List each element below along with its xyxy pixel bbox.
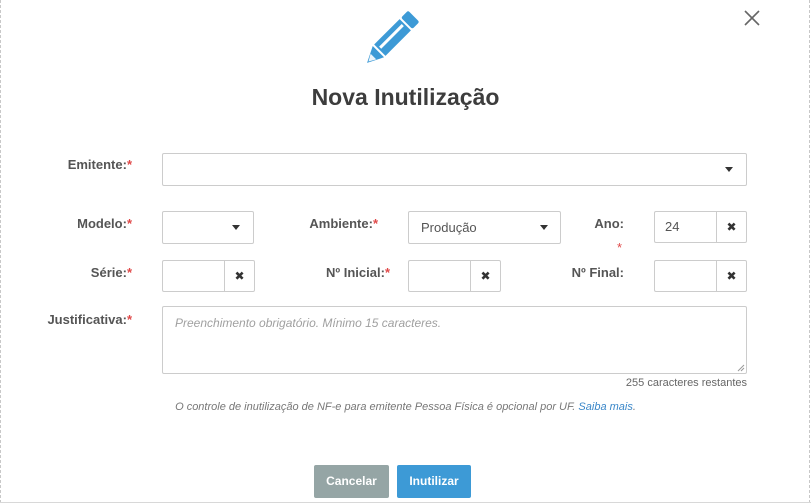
ano-label: Ano:: [594, 216, 624, 231]
ano-required-mark: *: [617, 240, 623, 255]
serie-input[interactable]: [162, 260, 225, 292]
close-icon[interactable]: [742, 8, 762, 28]
saiba-mais-link[interactable]: Saiba mais: [578, 401, 632, 413]
pencil-icon: [358, 10, 420, 72]
chevron-down-icon: [540, 225, 548, 230]
n-final-input-group: ✖: [654, 260, 747, 292]
modelo-label: Modelo:*: [40, 216, 132, 231]
required-mark: *: [372, 216, 378, 231]
cancel-button[interactable]: Cancelar: [314, 465, 389, 498]
n-inicial-label: Nº Inicial:*: [290, 265, 390, 280]
modelo-label-text: Modelo:: [77, 216, 127, 231]
n-inicial-label-text: Nº Inicial:: [326, 265, 385, 280]
character-counter: 255 caracteres restantes: [625, 377, 747, 389]
chevron-down-icon: [232, 225, 240, 230]
ano-input[interactable]: 24: [654, 211, 717, 243]
n-inicial-input-group: ✖: [408, 260, 501, 292]
required-mark: *: [126, 157, 132, 172]
chevron-down-icon: [725, 167, 733, 172]
serie-label-text: Série:: [90, 265, 127, 280]
ambiente-value: Produção: [421, 220, 477, 235]
justificativa-placeholder: Preenchimento obrigatório. Mínimo 15 car…: [175, 316, 442, 330]
justificativa-label-text: Justificativa:: [47, 312, 127, 327]
dialog-border-right: [809, 0, 810, 503]
ano-clear-icon[interactable]: ✖: [716, 211, 747, 243]
required-mark: *: [126, 265, 132, 280]
n-final-clear-icon[interactable]: ✖: [716, 260, 747, 292]
serie-label: Série:*: [40, 265, 132, 280]
n-final-input[interactable]: [654, 260, 717, 292]
ambiente-select[interactable]: Produção: [408, 211, 561, 244]
required-mark: *: [126, 216, 132, 231]
serie-clear-icon[interactable]: ✖: [224, 260, 255, 292]
modelo-select[interactable]: [162, 211, 254, 244]
justificativa-label: Justificativa:*: [20, 312, 132, 327]
info-note: O controle de inutilização de NF-e para …: [0, 401, 811, 413]
info-note-text: O controle de inutilização de NF-e para …: [175, 401, 576, 413]
emitente-select[interactable]: [162, 153, 747, 186]
n-inicial-input[interactable]: [408, 260, 471, 292]
required-mark: *: [126, 312, 132, 327]
info-note-suffix: .: [632, 401, 636, 413]
ambiente-label-text: Ambiente:: [309, 216, 373, 231]
resize-grip-icon[interactable]: [737, 364, 745, 372]
justificativa-textarea[interactable]: Preenchimento obrigatório. Mínimo 15 car…: [162, 306, 747, 374]
emitente-label-text: Emitente:: [67, 157, 127, 172]
n-inicial-clear-icon[interactable]: ✖: [470, 260, 501, 292]
emitente-label: Emitente:*: [40, 157, 132, 172]
dialog-title: Nova Inutilização: [311, 84, 500, 110]
ano-input-group: 24 ✖: [654, 211, 747, 243]
ambiente-label: Ambiente:*: [290, 216, 378, 231]
inutilizar-button[interactable]: Inutilizar: [397, 465, 471, 498]
required-mark: *: [384, 265, 390, 280]
n-final-label: Nº Final:: [571, 265, 624, 280]
serie-input-group: ✖: [162, 260, 255, 292]
dialog-border-left: [0, 0, 1, 503]
